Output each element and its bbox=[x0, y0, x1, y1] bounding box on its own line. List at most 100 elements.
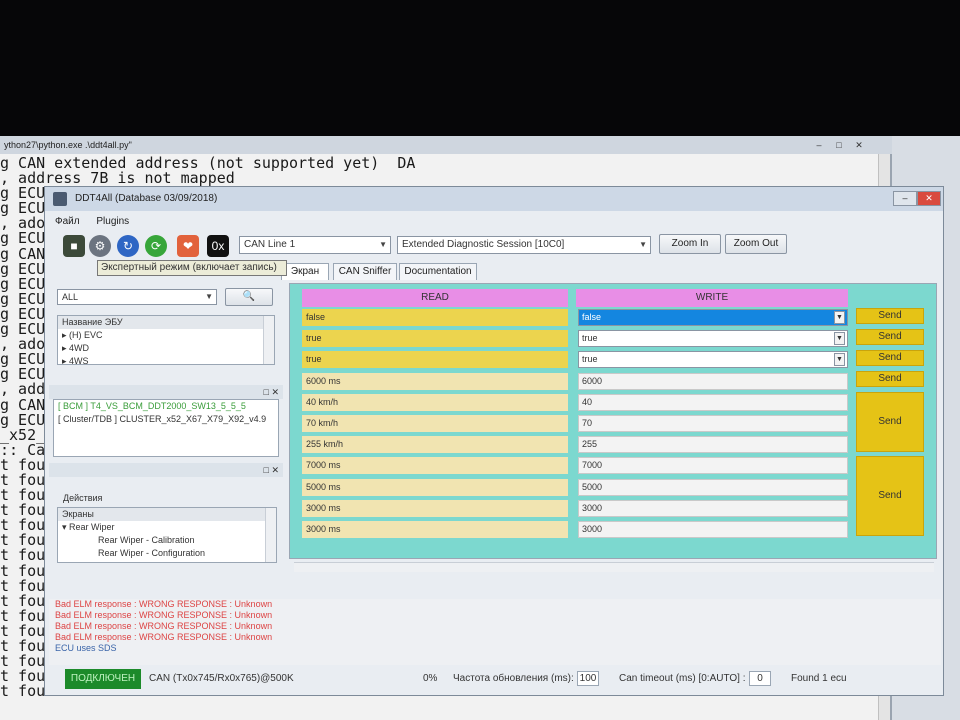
send-button[interactable]: Send bbox=[856, 456, 924, 536]
write-select[interactable]: false ▼ bbox=[578, 309, 848, 326]
list-item[interactable]: ▸ (H) EVC bbox=[58, 329, 274, 342]
close-icon[interactable]: ✕ bbox=[852, 139, 866, 151]
app-title: DDT4All (Database 03/09/2018) bbox=[75, 193, 218, 204]
screens-tree: Экраны ▾ Rear Wiper Rear Wiper - Calibra… bbox=[57, 507, 277, 563]
refresh-rate-label: Частота обновления (ms): bbox=[453, 673, 574, 684]
menu-bar: Файл Plugins bbox=[45, 213, 943, 231]
write-input[interactable]: 255 bbox=[578, 436, 848, 454]
chevron-down-icon: ▼ bbox=[639, 240, 647, 249]
read-value: false bbox=[302, 309, 568, 326]
write-value: 255 bbox=[582, 439, 598, 450]
connect-icon[interactable]: ■ bbox=[63, 235, 85, 257]
expert-mode-tooltip: Экспертный режим (включает запись) bbox=[97, 260, 287, 276]
list-item[interactable]: ▸ 4WS bbox=[58, 355, 274, 364]
write-header: WRITE bbox=[576, 289, 848, 307]
maximize-icon[interactable]: □ bbox=[832, 139, 846, 151]
tab-screen[interactable]: Экран bbox=[281, 263, 329, 280]
expert-mode-icon[interactable]: ⚙ bbox=[89, 235, 111, 257]
screen-hscrollbar[interactable] bbox=[294, 562, 934, 572]
tab-documentation[interactable]: Documentation bbox=[399, 263, 477, 280]
write-value: 70 bbox=[582, 418, 593, 428]
auto-refresh-icon[interactable]: ⟳ bbox=[145, 235, 167, 257]
read-value: 255 km/h bbox=[302, 436, 568, 454]
actions-pane-header: □ ✕ bbox=[49, 463, 283, 477]
zoom-in-button[interactable]: Zoom In bbox=[659, 234, 721, 254]
ecu-list-header: Название ЭБУ bbox=[58, 316, 274, 329]
can-timeout-label: Can timeout (ms) [0:AUTO] : bbox=[619, 673, 746, 684]
write-value: 7000 bbox=[582, 460, 603, 471]
refresh-rate-input[interactable]: 100 bbox=[577, 671, 599, 686]
log-panel: Bad ELM response : WRONG RESPONSE : Unkn… bbox=[49, 599, 941, 665]
tree-item[interactable]: ▾ Rear Wiper bbox=[58, 521, 276, 534]
screens-scrollbar[interactable] bbox=[265, 508, 276, 562]
tree-item[interactable]: Rear Wiper - Calibration bbox=[58, 534, 276, 547]
write-input[interactable]: 40 bbox=[578, 393, 848, 411]
write-input[interactable]: 70 bbox=[578, 415, 848, 432]
console-title-bar: ython27\python.exe .\ddt4all.py" – □ ✕ bbox=[0, 136, 892, 154]
ecu-list-scrollbar[interactable] bbox=[263, 316, 274, 364]
ddt4all-window: DDT4All (Database 03/09/2018) – ✕ Файл P… bbox=[44, 186, 944, 696]
ecu-filter-select[interactable]: ALL ▼ bbox=[57, 289, 217, 305]
list-item[interactable]: ▸ 4WD bbox=[58, 342, 274, 355]
send-button[interactable]: Send bbox=[856, 392, 924, 452]
send-button[interactable]: Send bbox=[856, 371, 924, 387]
send-button[interactable]: Send bbox=[856, 308, 924, 324]
log-line: Bad ELM response : WRONG RESPONSE : Unkn… bbox=[55, 599, 273, 609]
session-value: Extended Diagnostic Session [10C0] bbox=[402, 239, 565, 250]
write-input[interactable]: 3000 bbox=[578, 499, 848, 517]
write-input[interactable]: 6000 bbox=[578, 372, 848, 390]
tab-can-sniffer[interactable]: CAN Sniffer bbox=[333, 263, 397, 280]
send-button[interactable]: Send bbox=[856, 329, 924, 345]
app-title-bar: DDT4All (Database 03/09/2018) – ✕ bbox=[45, 187, 943, 211]
chevron-down-icon: ▼ bbox=[379, 240, 387, 249]
log-line: Bad ELM response : WRONG RESPONSE : Unkn… bbox=[55, 621, 273, 631]
read-header: READ bbox=[302, 289, 568, 307]
chevron-down-icon: ▼ bbox=[834, 311, 845, 324]
write-input[interactable]: 3000 bbox=[578, 521, 848, 538]
write-select[interactable]: true ▼ bbox=[578, 351, 848, 369]
can-timeout-input[interactable]: 0 bbox=[749, 671, 771, 686]
session-select[interactable]: Extended Diagnostic Session [10C0] ▼ bbox=[397, 236, 651, 254]
write-value: 3000 bbox=[582, 502, 603, 513]
progress-text: 0% bbox=[423, 673, 438, 684]
read-value: 40 km/h bbox=[302, 393, 568, 411]
ecu-files-list: [ BCM ] T4_VS_BCM_DDT2000_SW13_5_5_5 [ C… bbox=[53, 399, 279, 457]
hex-mode-icon[interactable]: 0x bbox=[207, 235, 229, 257]
write-value: 3000 bbox=[582, 524, 603, 534]
toolbar: ■ ⚙ ↻ ⟳ ❤ 0x CAN Line 1 ▼ Extended Diagn… bbox=[45, 231, 943, 259]
chevron-down-icon: ▼ bbox=[205, 292, 213, 301]
close-icon[interactable]: ✕ bbox=[917, 191, 941, 206]
can-info: CAN (Tx0x745/Rx0x765)@500K bbox=[149, 673, 294, 684]
list-item[interactable]: [ BCM ] T4_VS_BCM_DDT2000_SW13_5_5_5 bbox=[54, 400, 278, 413]
ecu-filter-value: ALL bbox=[62, 292, 79, 302]
zoom-out-button[interactable]: Zoom Out bbox=[725, 234, 787, 254]
console-title: ython27\python.exe .\ddt4all.py" bbox=[4, 140, 132, 150]
read-value: true bbox=[302, 351, 568, 369]
menu-plugins[interactable]: Plugins bbox=[96, 216, 129, 227]
write-input[interactable]: 7000 bbox=[578, 457, 848, 475]
send-button[interactable]: Send bbox=[856, 350, 924, 366]
read-value: 70 km/h bbox=[302, 415, 568, 432]
ecu-search-button[interactable]: 🔍 bbox=[225, 288, 273, 306]
chevron-down-icon: ▼ bbox=[834, 332, 845, 346]
connection-status-badge: ПОДКЛЮЧЕН bbox=[65, 669, 141, 689]
list-item[interactable]: [ Cluster/TDB ] CLUSTER_x52_X67_X79_X92_… bbox=[54, 413, 278, 426]
can-line-select[interactable]: CAN Line 1 ▼ bbox=[239, 236, 391, 254]
minimize-icon[interactable]: – bbox=[812, 139, 826, 151]
write-input[interactable]: 5000 bbox=[578, 478, 848, 496]
log-line: Bad ELM response : WRONG RESPONSE : Unkn… bbox=[55, 632, 273, 642]
write-value: false bbox=[582, 312, 602, 322]
status-bar: ПОДКЛЮЧЕН CAN (Tx0x745/Rx0x765)@500K 0% … bbox=[45, 667, 943, 691]
refresh-icon[interactable]: ↻ bbox=[117, 235, 139, 257]
write-value: 5000 bbox=[582, 481, 603, 492]
screens-header: Экраны bbox=[58, 508, 276, 521]
write-select[interactable]: true ▼ bbox=[578, 330, 848, 348]
ecu-list: Название ЭБУ ▸ (H) EVC ▸ 4WD ▸ 4WS bbox=[57, 315, 275, 365]
menu-file[interactable]: Файл bbox=[55, 216, 80, 227]
ecu-screen: READ WRITE false false ▼ true true ▼ true true ▼… bbox=[289, 283, 937, 572]
tree-item[interactable]: Rear Wiper - Configuration bbox=[58, 547, 276, 560]
heartbeat-icon[interactable]: ❤ bbox=[177, 235, 199, 257]
minimize-icon[interactable]: – bbox=[893, 191, 917, 206]
app-logo-icon bbox=[53, 192, 67, 206]
write-value: true bbox=[582, 333, 598, 344]
